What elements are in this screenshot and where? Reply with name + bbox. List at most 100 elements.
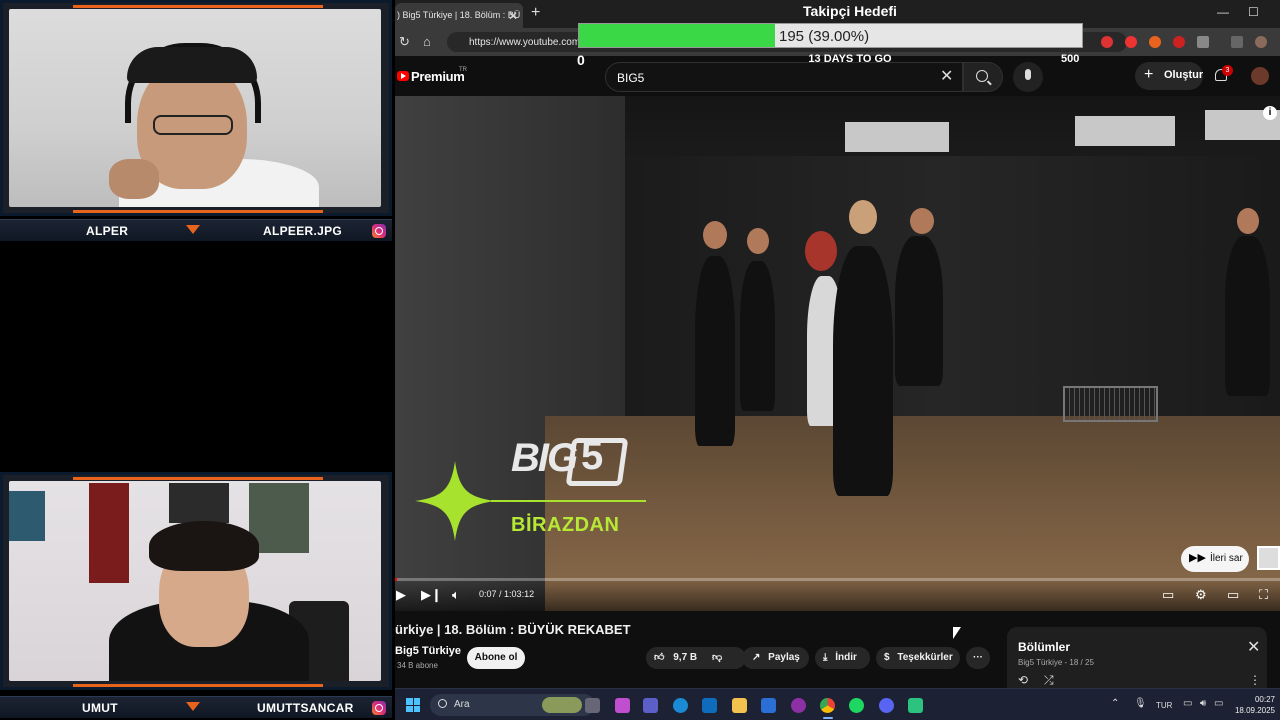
battery-icon[interactable]: ▭	[1214, 698, 1223, 709]
webcam-bottom	[0, 472, 392, 690]
subscribe-button[interactable]: Abone ol	[467, 647, 525, 669]
mouse-cursor	[953, 627, 961, 639]
home-icon[interactable]: ⌂	[423, 34, 431, 49]
taskbar-search[interactable]: Ara	[430, 694, 595, 716]
extension-icon[interactable]	[1125, 36, 1137, 48]
extension-icon[interactable]	[1101, 36, 1113, 48]
nameplate-top: ALPER ALPEER.JPG	[0, 219, 392, 241]
language-indicator[interactable]: TUR	[1156, 701, 1172, 710]
streamer-name: UMUT	[82, 700, 118, 715]
dancer	[1225, 236, 1270, 396]
follower-goal-bar: 195 (39.00%)	[578, 23, 1083, 48]
skip-forward-button[interactable]: ▶▶ İleri sar	[1181, 546, 1249, 572]
chrome-icon[interactable]	[820, 698, 835, 713]
fullscreen-icon[interactable]: ⛶	[1259, 587, 1268, 603]
copilot-icon[interactable]	[615, 698, 630, 713]
extensions-puzzle-icon[interactable]	[1197, 36, 1209, 48]
cap	[127, 47, 257, 83]
clock-date: 18.09.2025	[1234, 706, 1275, 715]
reload-icon[interactable]: ↻	[399, 34, 410, 50]
like-button[interactable]: 👍︎ 9,7 B 👎︎	[646, 647, 746, 669]
theater-mode-icon[interactable]: ▭	[1227, 587, 1239, 603]
screen: ALPER ALPEER.JPG UMUT UMUTTSANCAR) Big5…	[0, 0, 1280, 720]
close-tab-icon[interactable]: ✕	[508, 9, 518, 23]
share-button[interactable]: ↗ Paylaş	[742, 647, 809, 669]
discord-icon[interactable]	[879, 698, 894, 713]
store-icon[interactable]	[761, 698, 776, 713]
youtube-premium-logo[interactable]: Premium	[411, 69, 465, 84]
spotify-icon[interactable]	[849, 698, 864, 713]
subtitles-icon[interactable]: ▭	[1162, 587, 1174, 603]
menu-icon[interactable]	[1231, 36, 1243, 48]
play-icon[interactable]: ▶	[396, 587, 406, 603]
dancer	[849, 200, 877, 234]
dancer	[747, 228, 769, 254]
profile-icon[interactable]	[1255, 36, 1267, 48]
new-tab-button[interactable]: +	[531, 4, 540, 22]
poster	[9, 491, 45, 541]
download-button[interactable]: ⤓ İndir	[815, 647, 870, 669]
volume-tray-icon[interactable]: 🔊︎	[1200, 698, 1206, 709]
dancer	[833, 246, 893, 496]
video-title: ürkiye | 18. Bölüm : BÜYÜK REKABET	[395, 622, 631, 637]
file-explorer-icon[interactable]	[732, 698, 747, 713]
loop-icon[interactable]: ⟲	[1018, 673, 1028, 687]
webcam-top	[0, 0, 392, 216]
tab-youtube[interactable]: ) Big5 Türkiye | 18. Bölüm : BÜ ✕	[395, 3, 523, 28]
create-button[interactable]: + Oluştur	[1135, 62, 1203, 90]
poster	[169, 483, 229, 523]
webcam-feed-alper	[9, 9, 381, 207]
shuffle-icon[interactable]: ⤮	[1044, 673, 1054, 688]
time-display: 0:07 / 1:03:12	[479, 589, 534, 599]
clock[interactable]: 00:27 18.09.2025	[1229, 694, 1275, 716]
dancer	[1237, 208, 1259, 234]
app-icon[interactable]	[791, 698, 806, 713]
voice-search-icon[interactable]	[1013, 62, 1043, 92]
volume-icon[interactable]: 🔈︎	[452, 587, 460, 603]
close-playlist-icon[interactable]: ✕	[1247, 637, 1260, 657]
video-player[interactable]: BIG 5 BİRAZDAN i ▶▶ İleri sar ▶ ▶❙ 🔈︎ 0:…	[395, 96, 1280, 611]
youtube-logo-icon[interactable]	[397, 71, 409, 81]
taskbar-search-placeholder: Ara	[454, 699, 470, 710]
time-current: 0:07	[479, 589, 497, 599]
dancer	[740, 261, 775, 411]
glasses	[153, 115, 233, 135]
fast-forward-icon: ▶▶	[1189, 552, 1206, 564]
clear-search-icon[interactable]: ✕	[940, 66, 953, 86]
thanks-label: Teşekkürler	[897, 652, 953, 663]
playlist-menu-icon[interactable]: ⋮	[1249, 673, 1261, 687]
network-icon[interactable]: ▭	[1183, 698, 1192, 709]
search-input[interactable]: BIG5	[605, 62, 963, 92]
app-icon[interactable]	[908, 698, 923, 713]
follower-goal-fill	[579, 24, 776, 47]
teams-icon[interactable]	[643, 698, 658, 713]
thumbs-down-icon[interactable]: 👎︎	[712, 647, 722, 669]
extension-icon[interactable]	[1149, 36, 1161, 48]
settings-gear-icon[interactable]: ⚙	[1195, 587, 1207, 603]
playlist-subtitle[interactable]: Big5 Türkiye - 18 / 25	[1018, 658, 1094, 667]
time-total: 1:03:12	[504, 589, 535, 599]
show-hidden-icons-chevron-icon[interactable]: ⌃	[1111, 698, 1119, 709]
endscreen-thumbnail[interactable]	[1257, 546, 1280, 570]
active-app-indicator	[823, 717, 833, 719]
channel-name[interactable]: Big5 Türkiye	[395, 645, 461, 657]
share-icon: ↗	[752, 652, 761, 663]
start-button-windows-icon[interactable]	[406, 698, 420, 712]
next-icon[interactable]: ▶❙	[421, 587, 442, 603]
info-icon[interactable]: i	[1263, 106, 1277, 120]
microphone-icon[interactable]: 🎙︎	[1134, 698, 1147, 709]
follower-goal-days: 13 DAYS TO GO	[808, 53, 892, 65]
thanks-button[interactable]: $ Teşekkürler	[876, 647, 960, 669]
extension-icon[interactable]	[1173, 36, 1185, 48]
task-view-icon[interactable]	[585, 698, 600, 713]
edge-icon[interactable]	[673, 698, 688, 713]
minimize-button[interactable]: —	[1217, 5, 1229, 19]
account-avatar[interactable]	[1251, 67, 1269, 85]
maximize-button[interactable]: ☐	[1248, 5, 1259, 19]
progress-bar[interactable]	[395, 578, 1280, 581]
subscriber-count: 34 B abone	[397, 661, 438, 670]
download-label: İndir	[835, 652, 857, 663]
more-actions-button[interactable]: ···	[966, 647, 990, 669]
outlook-icon[interactable]	[702, 698, 717, 713]
search-button[interactable]	[963, 62, 1003, 92]
